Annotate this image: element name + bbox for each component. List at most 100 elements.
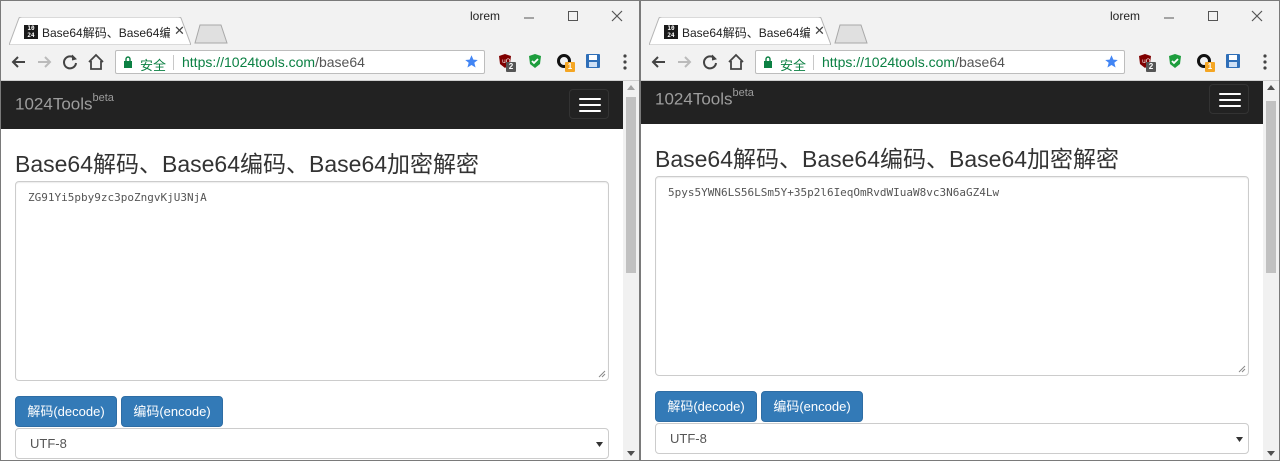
bookmark-star-icon[interactable] [1104,54,1119,69]
save-extension[interactable] [1225,53,1245,73]
site-favicon: 10 24 [24,25,38,39]
secure-label: 安全 [780,58,807,73]
profile-name[interactable]: lorem [470,9,500,23]
extension-badge: 1 [565,62,575,72]
page-viewport: 1024Toolsbeta Base64解码、Base64编码、Base64加密… [641,81,1263,460]
ring-extension[interactable]: 1 [1196,53,1216,73]
omnibox-divider [173,55,174,70]
minimize-icon [524,17,534,19]
ublock-extension[interactable]: uO 2 [497,53,517,73]
minimize-icon [1164,17,1174,19]
reload-icon[interactable] [61,53,79,71]
title-bar: 10 24 Base64解码、Base64编码 ✕ lorem [641,1,1279,45]
site-navbar: 1024Toolsbeta [641,81,1263,124]
home-icon[interactable] [727,53,745,71]
new-tab-button[interactable] [834,24,868,44]
page-title: Base64解码、Base64编码、Base64加密解密 [15,151,480,177]
tab-close-icon[interactable]: ✕ [814,23,825,39]
save-extension[interactable] [585,53,605,73]
scroll-down-icon[interactable] [1267,451,1275,456]
back-arrow-icon[interactable] [10,53,28,71]
maximize-icon [568,11,578,21]
dropdown-caret-icon [596,442,603,447]
decode-button[interactable]: 解码(decode) [15,396,117,427]
scrollbar-thumb[interactable] [626,97,636,273]
back-arrow-icon[interactable] [650,53,668,71]
browser-tab[interactable]: 10 24 Base64解码、Base64编码 ✕ [9,17,191,45]
forward-arrow-icon[interactable] [35,53,53,71]
browser-toolbar: 安全 https://1024tools.com/base64 uO 2 1 [641,45,1279,81]
lock-icon [124,56,132,68]
tab-title: Base64解码、Base64编码 [682,26,810,40]
site-brand[interactable]: 1024Toolsbeta [655,87,754,110]
menu-toggle-button[interactable] [569,89,609,119]
dropdown-caret-icon [1236,437,1243,442]
url-text[interactable]: https://1024tools.com/base64 [182,54,365,70]
encode-button[interactable]: 编码(encode) [761,391,863,422]
page-title: Base64解码、Base64编码、Base64加密解密 [655,146,1120,172]
more-vert-icon[interactable] [1263,54,1267,70]
address-bar[interactable]: 安全 https://1024tools.com/base64 [755,50,1125,74]
browser-window-left: 10 24 Base64解码、Base64编码 ✕ lorem 安全 https… [0,0,640,461]
charset-select[interactable]: UTF-8 [655,423,1249,454]
site-brand[interactable]: 1024Toolsbeta [15,92,114,115]
menu-toggle-button[interactable] [1209,84,1249,114]
minimize-button[interactable] [1147,3,1191,29]
tab-title: Base64解码、Base64编码 [42,26,170,40]
ring-extension[interactable]: 1 [556,53,576,73]
decode-button[interactable]: 解码(decode) [655,391,757,422]
extension-badge: 2 [1146,62,1156,72]
browser-toolbar: 安全 https://1024tools.com/base64 uO 2 1 [1,45,639,81]
close-window-button[interactable] [1235,3,1279,29]
profile-name[interactable]: lorem [1110,9,1140,23]
browser-window-right: 10 24 Base64解码、Base64编码 ✕ lorem 安全 https… [640,0,1280,461]
site-favicon: 10 24 [664,25,678,39]
page-viewport: 1024Toolsbeta Base64解码、Base64编码、Base64加密… [1,81,623,460]
reload-icon[interactable] [701,53,719,71]
base64-textarea[interactable]: ZG91Yi5pby9zc3poZngvKjU3NjA [15,181,609,381]
charset-selected: UTF-8 [670,431,707,446]
scroll-down-icon[interactable] [627,451,635,456]
url-text[interactable]: https://1024tools.com/base64 [822,54,1005,70]
forward-arrow-icon[interactable] [675,53,693,71]
maximize-button[interactable] [1191,3,1235,29]
extension-badge: 1 [1205,62,1215,72]
scrollbar-thumb[interactable] [1266,101,1276,273]
textarea-value: ZG91Yi5pby9zc3poZngvKjU3NjA [28,191,207,204]
shield-check-icon [529,54,541,68]
shield-check-icon [1169,54,1181,68]
page-scrollbar[interactable] [1263,81,1279,460]
tab-close-icon[interactable]: ✕ [174,23,185,39]
floppy-disk-icon [586,54,600,68]
resize-grip-icon[interactable] [1238,365,1246,373]
minimize-button[interactable] [507,3,551,29]
page-scrollbar[interactable] [623,81,639,460]
extension-badge: 2 [506,62,516,72]
secure-label: 安全 [140,58,167,73]
new-tab-button[interactable] [194,24,228,44]
ublock-extension[interactable]: uO 2 [1137,53,1157,73]
close-window-button[interactable] [595,3,639,29]
shield-extension[interactable] [527,53,547,73]
encode-button[interactable]: 编码(encode) [121,396,223,427]
address-bar[interactable]: 安全 https://1024tools.com/base64 [115,50,485,74]
shield-extension[interactable] [1167,53,1187,73]
floppy-disk-icon [1226,54,1240,68]
lock-icon [764,56,772,68]
base64-textarea[interactable]: 5pys5YWN6LS56LSm5Y+35p2l6IeqOmRvdWIuaW8v… [655,176,1249,376]
resize-grip-icon[interactable] [598,370,606,378]
close-icon [1251,10,1263,22]
more-vert-icon[interactable] [623,54,627,70]
close-icon [611,10,623,22]
bookmark-star-icon[interactable] [464,54,479,69]
charset-selected: UTF-8 [30,436,67,451]
home-icon[interactable] [87,53,105,71]
title-bar: 10 24 Base64解码、Base64编码 ✕ lorem [1,1,639,45]
omnibox-divider [813,55,814,70]
scroll-up-icon[interactable] [1267,85,1275,90]
charset-select[interactable]: UTF-8 [15,428,609,459]
browser-tab[interactable]: 10 24 Base64解码、Base64编码 ✕ [649,17,831,45]
scroll-up-icon[interactable] [627,85,635,90]
textarea-value: 5pys5YWN6LS56LSm5Y+35p2l6IeqOmRvdWIuaW8v… [668,186,1000,199]
maximize-button[interactable] [551,3,595,29]
